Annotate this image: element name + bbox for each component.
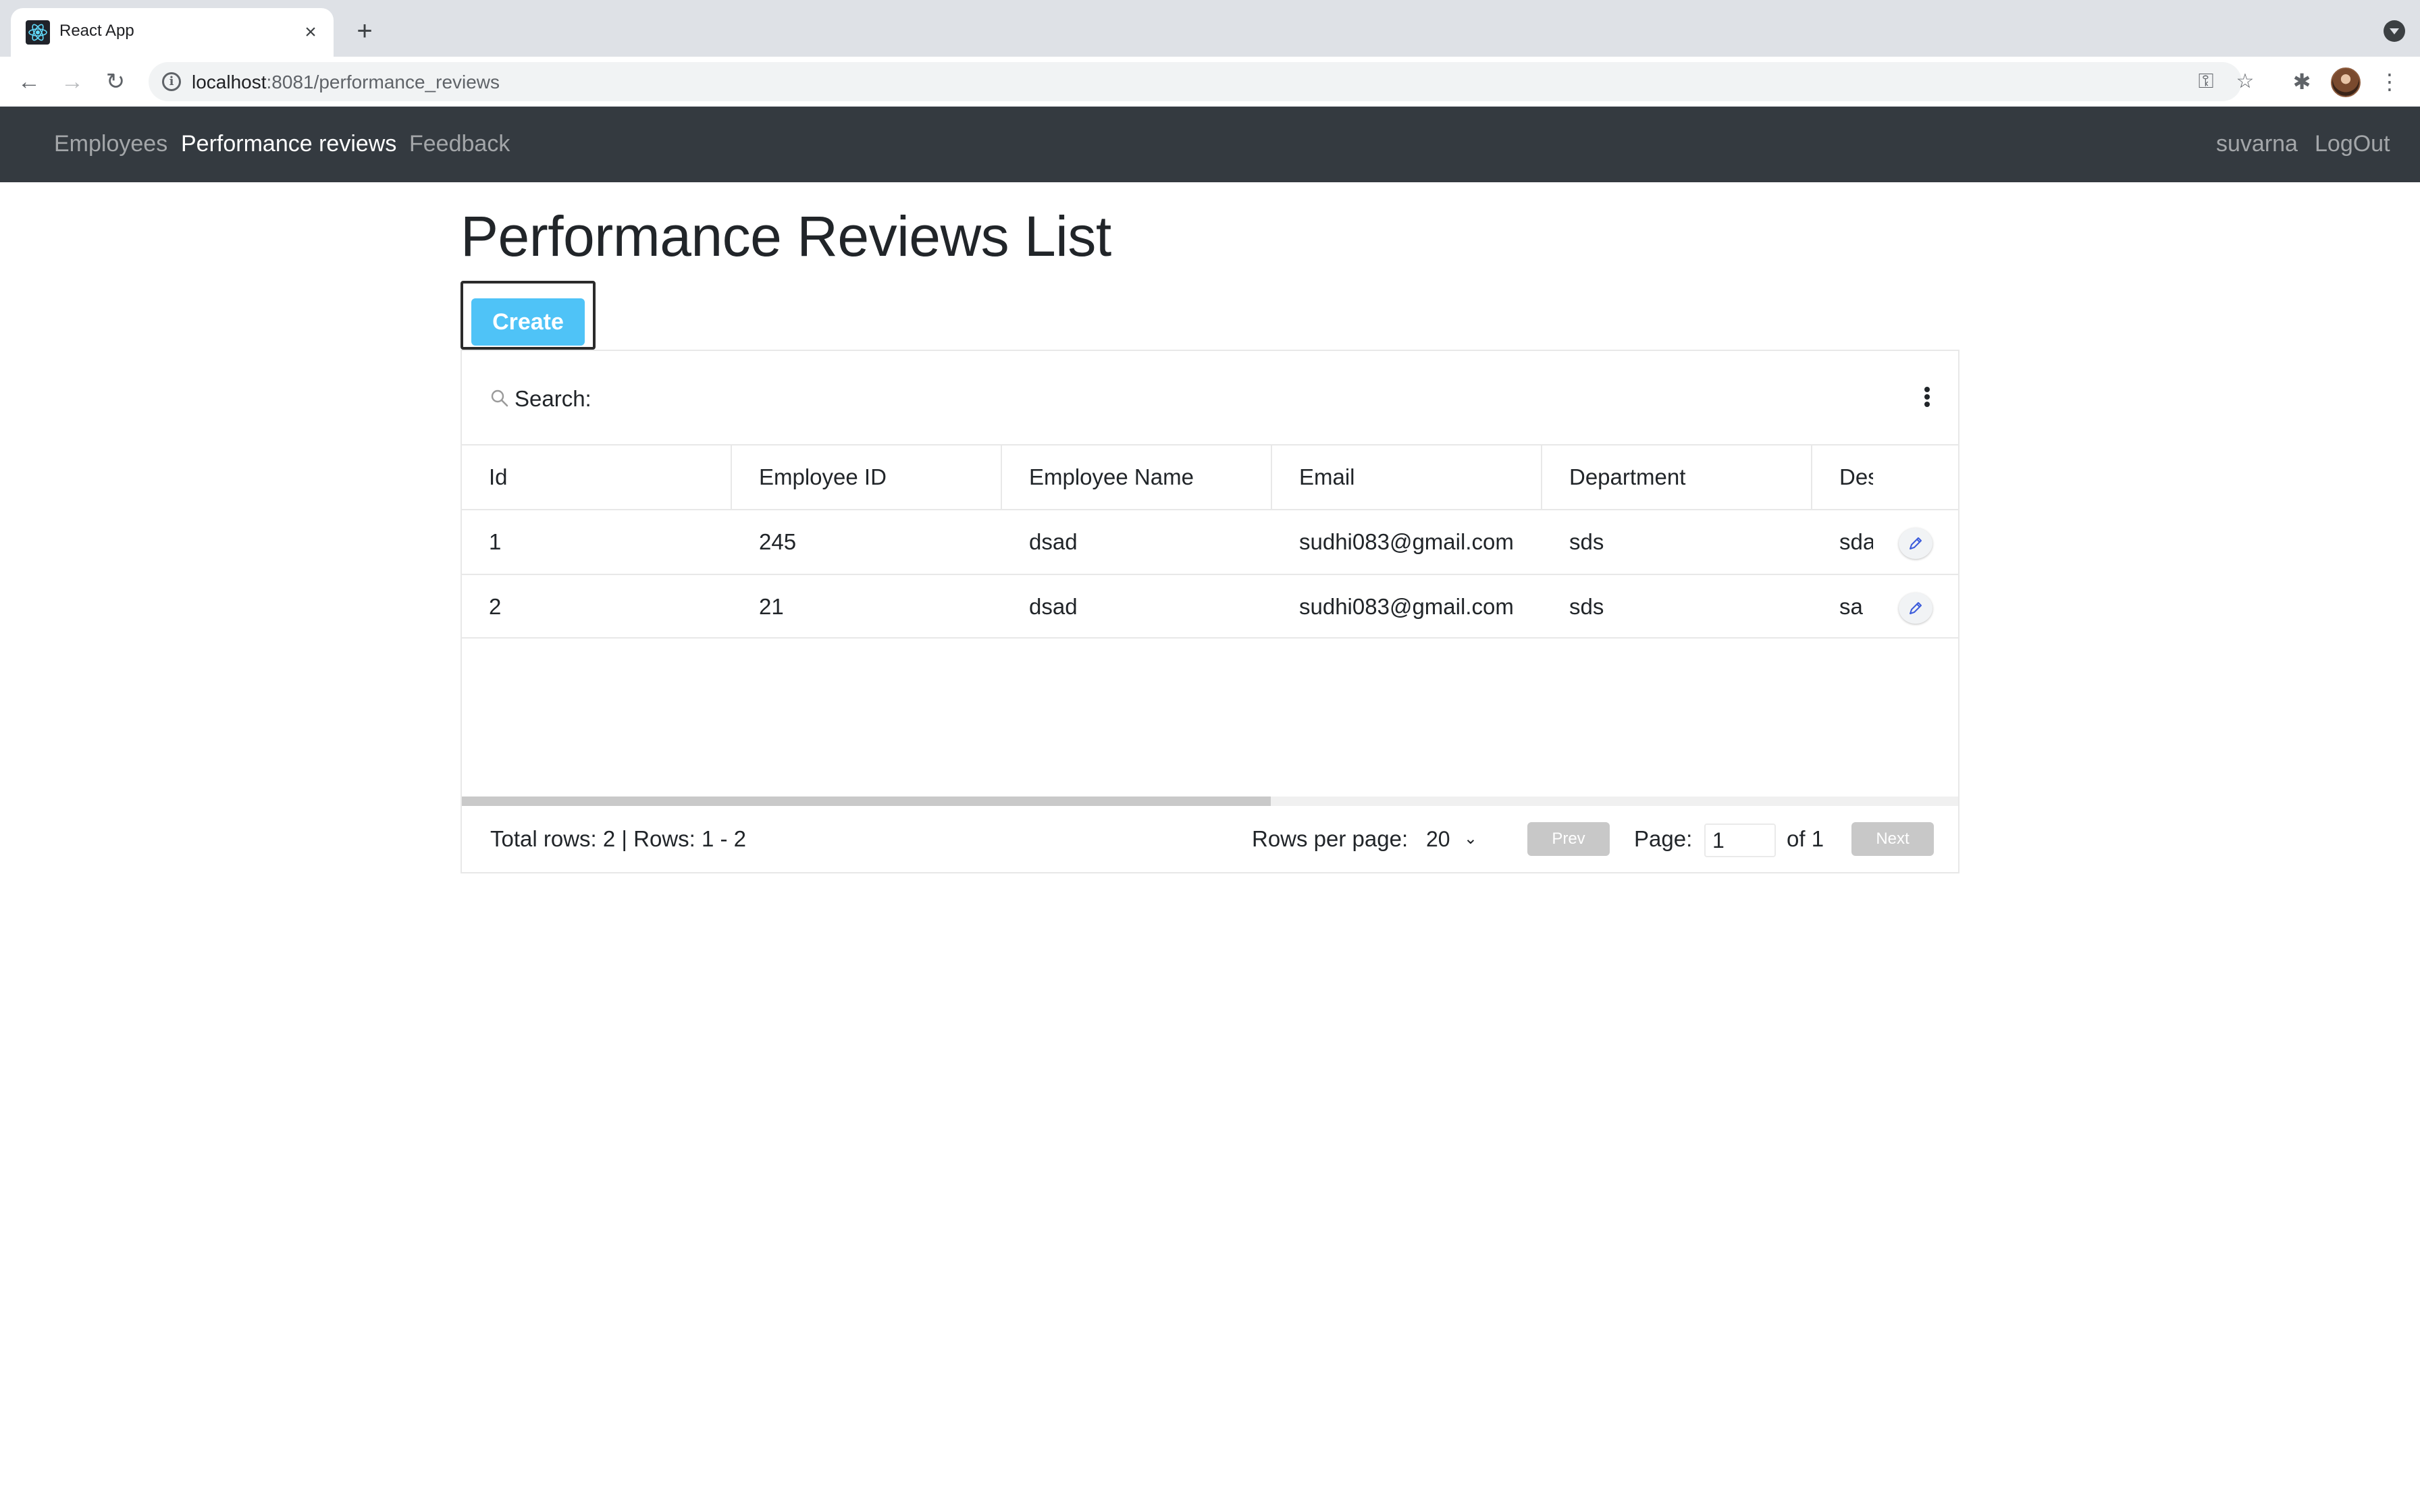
- next-page-button[interactable]: Next: [1851, 822, 1934, 856]
- pencil-icon: [1910, 602, 1922, 614]
- page-label: Page:: [1634, 826, 1693, 851]
- app-navbar: Employees Performance reviews Feedback s…: [0, 107, 2420, 182]
- edit-row-button[interactable]: [1899, 528, 1932, 559]
- extensions-puzzle-icon[interactable]: ✱: [2286, 66, 2317, 97]
- prev-page-button[interactable]: Prev: [1527, 822, 1610, 856]
- table-row: 2 21 dsad sudhi083@gmail.com sds sa: [462, 574, 1958, 639]
- nav-link-feedback[interactable]: Feedback: [409, 131, 510, 157]
- cell-designation: sda: [1839, 529, 1873, 554]
- cell-employee-id: 245: [759, 529, 797, 554]
- create-button[interactable]: Create: [471, 298, 585, 346]
- browser-tab[interactable]: React App ×: [11, 8, 334, 57]
- horizontal-scrollbar[interactable]: [462, 796, 1958, 806]
- tab-search-icon[interactable]: [2384, 20, 2405, 42]
- table-pagination-footer: Total rows: 2 | Rows: 1 - 2 Rows per pag…: [462, 807, 1958, 872]
- column-header-employee-id[interactable]: Employee ID: [732, 446, 1002, 509]
- cell-id: 2: [489, 594, 502, 619]
- nav-user-name[interactable]: suvarna: [2216, 131, 2298, 157]
- table-header-row: Id Employee ID Employee Name Email Depar…: [462, 444, 1958, 509]
- page-title: Performance Reviews List: [461, 205, 1111, 268]
- table-search-bar: Search:: [462, 351, 1958, 446]
- column-header-email[interactable]: Email: [1272, 446, 1542, 509]
- react-logo-icon: [26, 20, 50, 45]
- column-header-id[interactable]: Id: [462, 446, 732, 509]
- new-tab-icon[interactable]: +: [350, 16, 379, 46]
- edit-row-button[interactable]: [1899, 593, 1932, 624]
- table-row: 1 245 dsad sudhi083@gmail.com sds sda: [462, 509, 1958, 574]
- bookmark-star-icon[interactable]: ☆: [2231, 68, 2259, 96]
- table-options-kebab-icon[interactable]: [1920, 385, 1934, 412]
- rows-per-page-select[interactable]: 20 ⌄: [1421, 824, 1481, 855]
- nav-link-employees[interactable]: Employees: [54, 131, 167, 157]
- cell-employee-id: 21: [759, 594, 784, 619]
- cell-designation: sa: [1839, 594, 1863, 619]
- horizontal-scrollbar-thumb[interactable]: [462, 796, 1271, 806]
- close-tab-icon[interactable]: ×: [297, 19, 324, 46]
- key-icon[interactable]: ⚿: [2192, 68, 2220, 96]
- data-table: Search: Id Employee ID Employee Name Ema…: [461, 350, 1959, 873]
- tab-title: React App: [59, 22, 134, 40]
- logout-link[interactable]: LogOut: [2315, 131, 2390, 157]
- cell-employee-name: dsad: [1029, 529, 1078, 554]
- table-grid: Id Employee ID Employee Name Email Depar…: [462, 444, 1958, 639]
- chevron-down-icon: ⌄: [1463, 830, 1477, 848]
- column-header-designation[interactable]: Des: [1812, 446, 1873, 509]
- page-count-text: of 1: [1787, 826, 1824, 851]
- address-bar[interactable]: i localhost:8081/performance_reviews ⚿ ☆: [149, 62, 2254, 101]
- forward-arrow-icon[interactable]: →: [57, 66, 88, 97]
- total-rows-text: Total rows: 2 | Rows: 1 - 2: [490, 826, 747, 851]
- search-icon[interactable]: [490, 389, 509, 408]
- back-arrow-icon[interactable]: ←: [14, 66, 45, 97]
- cell-email: sudhi083@gmail.com: [1299, 594, 1514, 619]
- site-info-icon[interactable]: i: [162, 72, 181, 91]
- browser-menu-icon[interactable]: ⋮: [2374, 66, 2405, 97]
- cell-department: sds: [1569, 594, 1604, 619]
- cell-employee-name: dsad: [1029, 594, 1078, 619]
- page-number-input[interactable]: 1: [1704, 824, 1776, 857]
- column-header-employee-name[interactable]: Employee Name: [1002, 446, 1272, 509]
- nav-link-performance-reviews[interactable]: Performance reviews: [181, 131, 396, 157]
- pencil-icon: [1910, 537, 1922, 549]
- browser-toolbar: ← → ↻ i localhost:8081/performance_revie…: [0, 57, 2420, 107]
- cell-department: sds: [1569, 529, 1604, 554]
- browser-tab-strip: React App × +: [0, 0, 2420, 57]
- search-label[interactable]: Search:: [515, 386, 591, 412]
- profile-avatar[interactable]: [2331, 68, 2361, 97]
- reload-icon[interactable]: ↻: [100, 66, 131, 97]
- cell-email: sudhi083@gmail.com: [1299, 529, 1514, 554]
- url-text[interactable]: localhost:8081/performance_reviews: [192, 72, 500, 93]
- cell-id: 1: [489, 529, 502, 554]
- rows-per-page-label: Rows per page:: [1252, 826, 1409, 851]
- column-header-department[interactable]: Department: [1542, 446, 1812, 509]
